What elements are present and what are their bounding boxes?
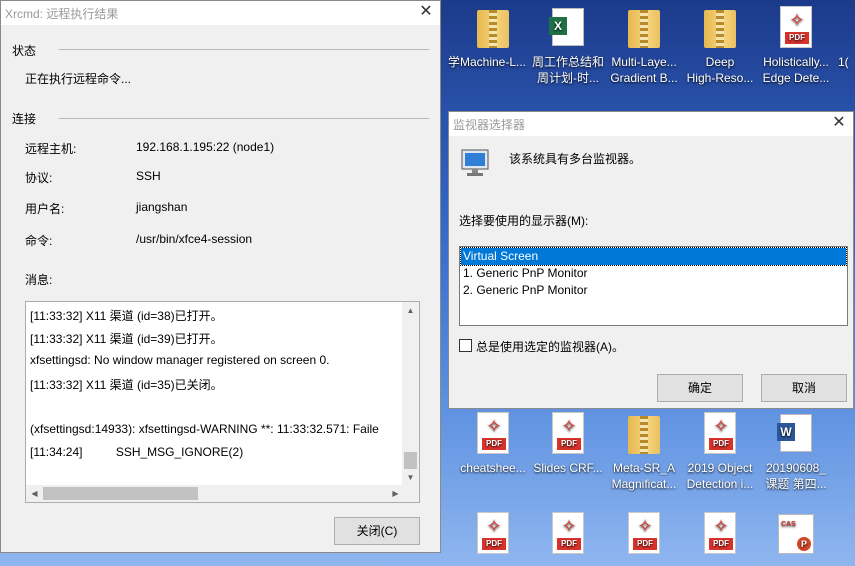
desktop-icon-object-detection[interactable]: ✧ PDF 2019 Object Detection i...	[682, 410, 758, 492]
scroll-thumb[interactable]	[43, 487, 198, 500]
folder-icon	[477, 10, 509, 48]
log-line: (xfsettingsd:14933): xfsettingsd-WARNING…	[30, 422, 379, 436]
always-use-label[interactable]: 总是使用选定的监视器(A)。	[476, 338, 624, 355]
desktop-icon-pdf-bottom-1[interactable]: ✧ PDF	[455, 510, 531, 560]
desktop-icon-holistically-edge[interactable]: ✧ PDF Holistically... Edge Dete...	[758, 4, 834, 86]
desktop-icon-pdf-bottom-4[interactable]: ✧ PDF	[682, 510, 758, 560]
command-value: /usr/bin/xfce4-session	[136, 232, 253, 246]
window-title: Xrcmd: 远程执行结果	[5, 7, 119, 21]
pdf-icon: ✧ PDF	[780, 6, 812, 48]
word-icon: W	[777, 414, 812, 452]
desktop-icon-cheatsheet[interactable]: ✧ PDF cheatshee...	[455, 410, 531, 476]
scroll-corner	[402, 485, 419, 502]
connection-header: 连接	[12, 112, 37, 126]
scroll-up-icon[interactable]: ▲	[402, 302, 419, 319]
log-line: [11:34:24] SSH_MSG_IGNORE(2)	[30, 445, 244, 459]
desktop-icon-partial-right[interactable]: 1(	[838, 4, 855, 70]
desktop-icon-deep-high-res[interactable]: Deep High-Reso...	[682, 4, 758, 86]
xrcmd-window: Xrcmd: 远程执行结果 ✕ 状态 正在执行远程命令... 连接 远程主机: …	[0, 0, 441, 553]
excel-icon: X	[549, 8, 584, 46]
vertical-scrollbar[interactable]: ▲ ▼	[402, 302, 419, 486]
dialog-message: 该系统具有多台监视器。	[509, 152, 642, 166]
messages-log[interactable]: [11:33:32] X11 渠道 (id=38)已打开。 [11:33:32]…	[25, 301, 420, 503]
host-label: 远程主机:	[25, 142, 77, 156]
protocol-label: 协议:	[25, 171, 53, 185]
horizontal-scrollbar[interactable]: ◀ ▶	[26, 485, 404, 502]
monitor-icon	[461, 149, 489, 176]
xrcmd-titlebar[interactable]: Xrcmd: 远程执行结果 ✕	[1, 1, 440, 25]
ok-button[interactable]: 确定	[657, 374, 743, 402]
status-text: 正在执行远程命令...	[25, 72, 132, 86]
close-icon[interactable]: ✕	[412, 1, 440, 25]
desktop-icon-word-doc[interactable]: W 20190608_ 课题 第四...	[758, 410, 834, 492]
monitor-selector-dialog: 监视器选择器 ✕ 该系统具有多台监视器。 选择要使用的显示器(M): Virtu…	[448, 111, 854, 409]
divider	[59, 118, 429, 119]
pdf-icon: ✧ PDF	[477, 412, 509, 454]
close-icon[interactable]: ✕	[825, 112, 853, 136]
host-value: 192.168.1.195:22 (node1)	[136, 140, 275, 154]
pdf-icon: ✧ PDF	[477, 512, 509, 554]
cancel-button[interactable]: 取消	[761, 374, 847, 402]
desktop-icon-slides-crf[interactable]: ✧ PDF Slides CRF...	[530, 410, 606, 476]
monitor-option-virtual-screen[interactable]: Virtual Screen	[460, 247, 847, 266]
close-button[interactable]: 关闭(C)	[334, 517, 420, 545]
user-label: 用户名:	[25, 202, 65, 216]
scroll-down-icon[interactable]: ▼	[402, 469, 419, 486]
dialog-title: 监视器选择器	[453, 118, 526, 132]
always-use-checkbox[interactable]	[459, 339, 472, 352]
pdf-icon: ✧ PDF	[552, 412, 584, 454]
folder-icon	[628, 10, 660, 48]
status-header: 状态	[12, 44, 37, 58]
pdf-icon: ✧ PDF	[704, 412, 736, 454]
folder-icon	[704, 10, 736, 48]
desktop-icon-ppt-bottom[interactable]: CAS P	[758, 510, 834, 560]
monitor-selector-titlebar[interactable]: 监视器选择器 ✕	[449, 112, 853, 136]
pdf-icon: ✧ PDF	[628, 512, 660, 554]
log-line: [11:33:32] X11 渠道 (id=35)已关闭。	[30, 378, 223, 392]
log-line: [11:33:32] X11 渠道 (id=38)已打开。	[30, 309, 223, 323]
scroll-thumb[interactable]	[404, 452, 417, 469]
powerpoint-icon: CAS P	[778, 514, 814, 554]
protocol-value: SSH	[136, 169, 161, 183]
pdf-icon: ✧ PDF	[552, 512, 584, 554]
desktop-icon-weekly-summary[interactable]: X 周工作总结和 周计划-时...	[530, 4, 606, 86]
desktop-icon-machine-learning[interactable]: Machine-L...	[455, 4, 531, 70]
scroll-left-icon[interactable]: ◀	[26, 485, 43, 502]
desktop-icon-pdf-bottom-3[interactable]: ✧ PDF	[606, 510, 682, 560]
folder-icon	[628, 416, 660, 454]
desktop-icon-meta-sr[interactable]: Meta-SR_A Magnificat...	[606, 410, 682, 492]
desktop-icon-multi-layer[interactable]: Multi-Laye... Gradient B...	[606, 4, 682, 86]
desktop-icon-pdf-bottom-2[interactable]: ✧ PDF	[530, 510, 606, 560]
divider	[59, 49, 429, 50]
monitor-option-2[interactable]: 2. Generic PnP Monitor	[461, 282, 846, 299]
pdf-icon: ✧ PDF	[704, 512, 736, 554]
monitor-option-1[interactable]: 1. Generic PnP Monitor	[461, 265, 846, 282]
command-label: 命令:	[25, 234, 53, 248]
messages-label: 消息:	[25, 273, 53, 287]
user-value: jiangshan	[136, 200, 188, 214]
log-line: [11:33:32] X11 渠道 (id=39)已打开。	[30, 332, 223, 346]
monitor-listbox[interactable]: Virtual Screen 1. Generic PnP Monitor 2.…	[459, 246, 848, 326]
log-line: xfsettingsd: No window manager registere…	[30, 353, 330, 367]
select-monitor-label: 选择要使用的显示器(M):	[459, 214, 589, 228]
